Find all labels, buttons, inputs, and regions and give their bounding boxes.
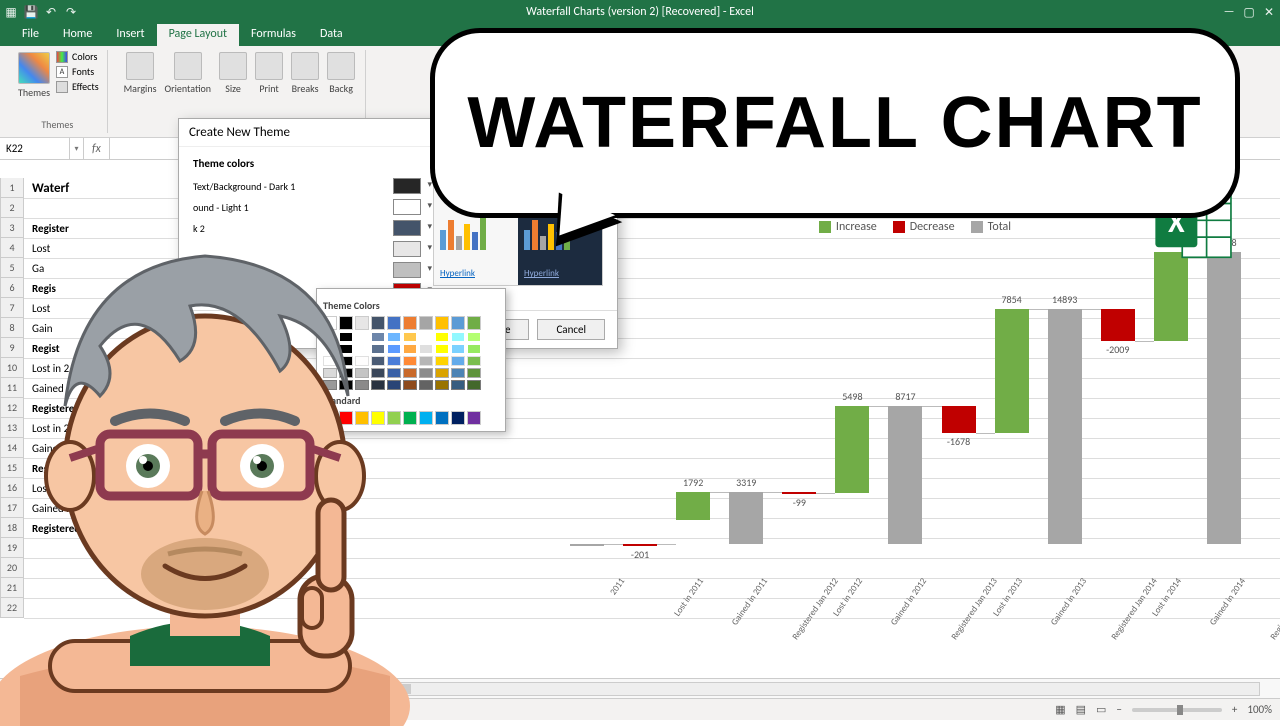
row-header[interactable]: 1: [0, 178, 24, 198]
cartoon-avatar: [0, 196, 440, 726]
window-title: Waterfall Charts (version 2) [Recovered]…: [526, 5, 754, 19]
minimize-icon[interactable]: —: [1222, 5, 1236, 19]
color-swatch[interactable]: [467, 344, 481, 354]
bar-value-label: 8717: [875, 390, 935, 403]
hyperlink-preview: Hyperlink: [440, 268, 512, 279]
color-swatch[interactable]: [451, 368, 465, 378]
color-swatch[interactable]: [451, 411, 465, 425]
zoom-in-icon[interactable]: +: [1232, 703, 1237, 716]
bubble-text: WATERFALL CHART: [467, 82, 1202, 164]
print-area-button[interactable]: Print: [253, 50, 285, 97]
view-break-icon[interactable]: ▭: [1096, 703, 1106, 716]
bar-value-label: -99: [769, 496, 829, 509]
margins-button[interactable]: Margins: [122, 50, 159, 97]
name-box[interactable]: K22: [0, 138, 70, 159]
chart-bar[interactable]: -1678: [942, 406, 976, 432]
bar-value-label: 5498: [822, 390, 882, 403]
name-box-dropdown[interactable]: ▾: [70, 138, 84, 159]
color-swatch[interactable]: [451, 380, 465, 390]
horizontal-scrollbar[interactable]: [348, 682, 1260, 696]
tab-formulas[interactable]: Formulas: [239, 24, 308, 46]
bar-value-label: -201: [610, 548, 670, 561]
tab-page-layout[interactable]: Page Layout: [157, 24, 239, 46]
orientation-button[interactable]: Orientation: [162, 50, 213, 97]
x-axis-label: Gained in 2014: [1207, 576, 1248, 627]
redo-icon[interactable]: ↷: [64, 5, 78, 19]
chart-bar[interactable]: 8717: [888, 406, 922, 544]
tab-home[interactable]: Home: [51, 24, 104, 46]
legend-total: Total: [988, 220, 1011, 234]
chart-bar[interactable]: 5634: [1154, 252, 1188, 341]
tab-insert[interactable]: Insert: [104, 24, 156, 46]
cell-heading[interactable]: Waterf: [28, 178, 188, 198]
color-swatch[interactable]: [451, 356, 465, 366]
zoom-slider[interactable]: [1132, 708, 1222, 712]
x-axis-label: Gained in 2012: [889, 576, 930, 627]
view-page-icon[interactable]: ▤: [1076, 703, 1086, 716]
chart-bar[interactable]: -99: [782, 492, 816, 494]
themes-label: Themes: [18, 86, 50, 99]
bar-value-label: 14893: [1035, 293, 1095, 306]
themes-button[interactable]: Themes: [16, 50, 52, 101]
color-swatch[interactable]: [451, 316, 465, 330]
color-swatch[interactable]: [467, 356, 481, 366]
zoom-level[interactable]: 100%: [1247, 703, 1272, 716]
chart-bar[interactable]: 14893: [1048, 309, 1082, 544]
color-swatch[interactable]: [393, 178, 421, 194]
chart-bar[interactable]: 3319: [729, 492, 763, 544]
legend-increase: Increase: [836, 220, 877, 234]
bar-value-label: 1792: [663, 476, 723, 489]
size-button[interactable]: Size: [217, 50, 249, 97]
legend-decrease: Decrease: [910, 220, 955, 234]
x-axis-label: Gained in 2013: [1048, 576, 1089, 627]
chart-bar[interactable]: 1792: [676, 492, 710, 520]
x-axis-label: 2011: [608, 576, 627, 597]
x-axis-label: Lost in 2011: [672, 576, 706, 618]
chart-bar[interactable]: -2009: [1101, 309, 1135, 341]
save-icon[interactable]: 💾: [24, 5, 38, 19]
zoom-out-icon[interactable]: −: [1116, 703, 1121, 716]
excel-app-icon: ▦: [4, 5, 18, 19]
color-swatch[interactable]: [467, 332, 481, 342]
color-swatch[interactable]: [451, 332, 465, 342]
fx-label[interactable]: fx: [84, 138, 110, 159]
bar-value-label: -2009: [1088, 343, 1148, 356]
group-label-themes: Themes: [16, 118, 99, 131]
bar-value-label: -1678: [929, 435, 989, 448]
chart-bar[interactable]: 18518: [1207, 252, 1241, 544]
color-swatch[interactable]: [451, 344, 465, 354]
theme-color-label: Text/Background - Dark 1: [193, 180, 387, 193]
view-normal-icon[interactable]: ▦: [1055, 703, 1065, 716]
color-swatch[interactable]: [467, 411, 481, 425]
theme-color-row[interactable]: Text/Background - Dark 1: [193, 178, 421, 194]
chart-bar[interactable]: -201: [623, 544, 657, 546]
theme-colors-heading: Theme colors: [193, 157, 421, 170]
background-button[interactable]: Backg: [325, 50, 357, 97]
tab-file[interactable]: File: [10, 24, 51, 46]
ribbon-group-themes: Themes Colors AFonts Effects Themes: [8, 50, 108, 133]
color-swatch[interactable]: [467, 316, 481, 330]
undo-icon[interactable]: ↶: [44, 5, 58, 19]
fonts-button[interactable]: AFonts: [56, 65, 99, 78]
speech-bubble-overlay: WATERFALL CHART: [430, 28, 1240, 218]
waterfall-chart[interactable]: Increase Decrease Total -20117923319-995…: [560, 220, 1270, 670]
chart-bar[interactable]: 5498: [835, 406, 869, 493]
colors-button[interactable]: Colors: [56, 50, 99, 63]
color-swatch[interactable]: [467, 368, 481, 378]
tab-data[interactable]: Data: [308, 24, 355, 46]
chart-bar[interactable]: 7854: [995, 309, 1029, 433]
chart-bar[interactable]: [570, 544, 604, 546]
x-axis-label: Gained in 2011: [730, 576, 771, 627]
bar-value-label: 7854: [982, 293, 1042, 306]
maximize-icon[interactable]: ▢: [1242, 5, 1256, 19]
title-bar: ▦ 💾 ↶ ↷ Waterfall Charts (version 2) [Re…: [0, 0, 1280, 24]
bar-value-label: 3319: [716, 476, 776, 489]
breaks-button[interactable]: Breaks: [289, 50, 321, 97]
color-swatch[interactable]: [467, 380, 481, 390]
close-icon[interactable]: ✕: [1262, 5, 1276, 19]
effects-button[interactable]: Effects: [56, 80, 99, 93]
